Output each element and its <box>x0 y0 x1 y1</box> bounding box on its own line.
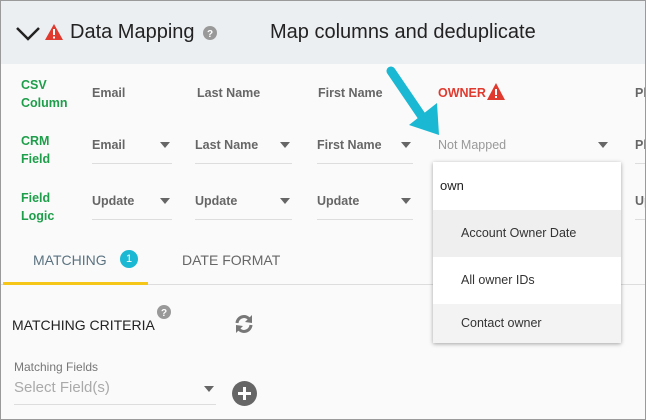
crm-field-select-last-name[interactable]: Last Name <box>195 138 292 164</box>
select-value: Up <box>635 194 645 208</box>
tab-date-format[interactable]: DATE FORMAT <box>182 252 280 268</box>
caret-down-icon <box>598 142 608 148</box>
select-value: Ph <box>635 138 645 152</box>
field-logic-select-first-name[interactable]: Update <box>317 194 413 220</box>
matching-count-badge: 1 <box>120 250 138 268</box>
crm-field-select-email[interactable]: Email <box>92 138 172 164</box>
select-value: First Name <box>317 138 382 152</box>
svg-text:?: ? <box>161 308 167 319</box>
add-field-button[interactable] <box>232 381 257 406</box>
caret-down-icon <box>401 142 411 148</box>
caret-down-icon <box>160 142 170 148</box>
warning-icon <box>45 24 63 40</box>
matching-criteria-title: MATCHING CRITERIA <box>12 317 155 333</box>
crm-field-select-first-name[interactable]: First Name <box>317 138 413 164</box>
matching-fields-label: Matching Fields <box>14 360 99 374</box>
dropdown-search-input[interactable]: own <box>440 178 464 193</box>
dropdown-option[interactable]: Contact owner <box>433 304 621 343</box>
row-label-crm-field: CRM Field <box>21 134 51 166</box>
csv-column-phone: Ph <box>635 86 645 100</box>
select-placeholder: Select Field(s) <box>14 379 110 396</box>
help-icon[interactable]: ? <box>203 26 217 40</box>
field-logic-select-email[interactable]: Update <box>92 194 172 220</box>
csv-column-last-name: Last Name <box>197 86 261 100</box>
tab-matching[interactable]: MATCHING <box>33 252 107 268</box>
caret-down-icon <box>160 198 170 204</box>
select-value: Update <box>317 194 360 208</box>
crm-field-dropdown-menu: own Account Owner Date All owner IDs Con… <box>433 162 621 343</box>
select-value: Last Name <box>195 138 259 152</box>
warning-icon <box>487 83 505 100</box>
matching-fields-select[interactable]: Select Field(s) <box>14 379 216 405</box>
select-value: Email <box>92 138 126 152</box>
csv-column-first-name: First Name <box>318 86 383 100</box>
caret-down-icon <box>280 142 290 148</box>
svg-text:?: ? <box>207 29 213 40</box>
select-value: Update <box>92 194 135 208</box>
crm-field-select-phone[interactable]: Ph <box>635 138 645 164</box>
active-tab-indicator <box>3 282 148 285</box>
caret-down-icon <box>204 386 214 392</box>
select-value: Update <box>195 194 238 208</box>
dropdown-option[interactable]: Account Owner Date <box>433 210 621 257</box>
section-subtitle: Map columns and deduplicate <box>270 21 536 43</box>
data-mapping-panel: Data Mapping ? Map columns and deduplica… <box>0 0 646 420</box>
pointer-arrow-icon <box>386 66 439 135</box>
section-title: Data Mapping <box>70 21 195 43</box>
help-icon[interactable]: ? <box>157 305 171 319</box>
crm-field-select-owner[interactable]: Not Mapped <box>438 138 610 164</box>
field-logic-select-phone[interactable]: Up <box>635 194 645 220</box>
csv-column-email: Email <box>92 86 126 100</box>
panel-header: Data Mapping ? Map columns and deduplica… <box>1 1 645 64</box>
caret-down-icon <box>280 198 290 204</box>
row-label-csv-column: CSV Column <box>21 78 68 110</box>
dropdown-option[interactable]: All owner IDs <box>433 257 621 304</box>
chevron-down-icon[interactable] <box>15 26 41 42</box>
row-label-field-logic: Field Logic <box>21 191 55 223</box>
caret-down-icon <box>401 198 411 204</box>
refresh-icon[interactable] <box>233 313 255 335</box>
field-logic-select-last-name[interactable]: Update <box>195 194 292 220</box>
